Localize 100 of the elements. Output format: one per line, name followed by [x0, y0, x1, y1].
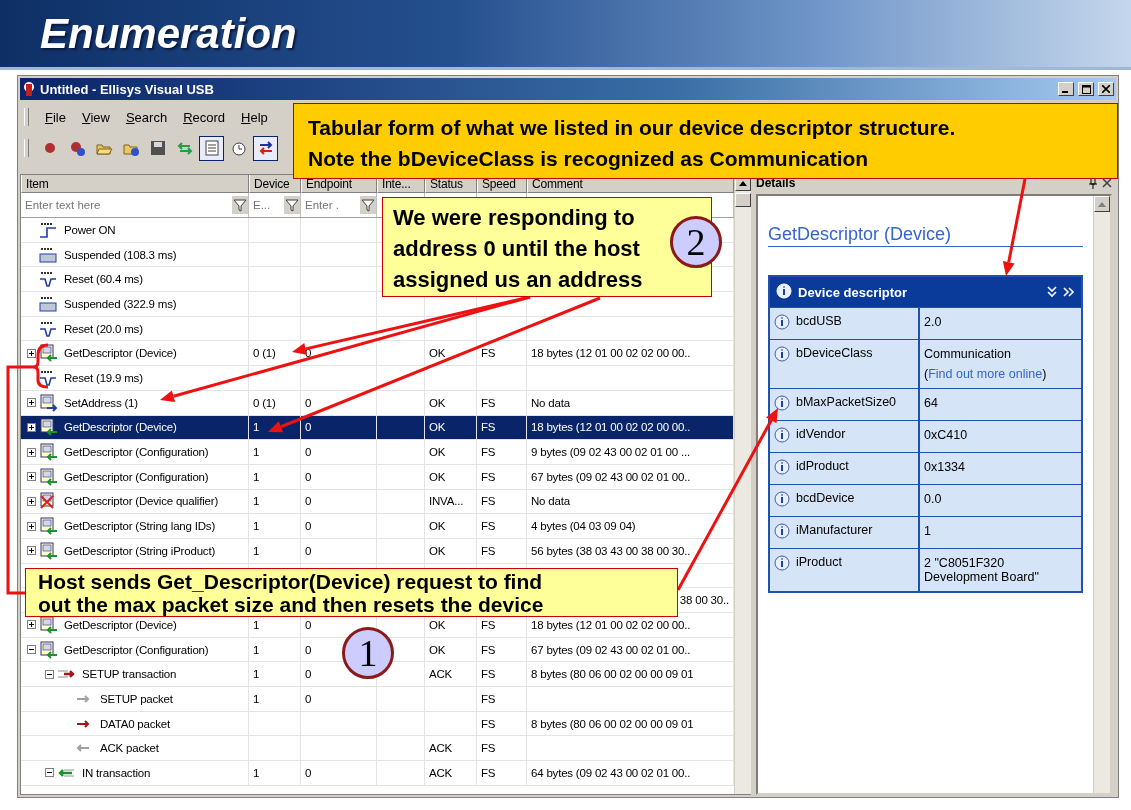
collapse-icon[interactable]	[27, 645, 36, 655]
filter-icon[interactable]	[284, 196, 300, 214]
exchange-arrows-icon[interactable]	[253, 135, 278, 161]
table-cell: OK	[425, 415, 477, 440]
field-name: bcdUSB	[796, 314, 842, 328]
table-row[interactable]: GetDescriptor (Configuration) 1 0 OK FS 67 bytes (09 02 43 00 02 01 00..	[21, 464, 734, 490]
expand-icon[interactable]	[27, 496, 36, 506]
info-icon	[774, 555, 790, 573]
double-chevron-icon[interactable]	[1063, 287, 1075, 297]
table-row[interactable]: Reset (20.0 ms)	[21, 316, 734, 342]
table-cell: 0	[301, 390, 377, 415]
callout-tooltip: Host sends Get_Descriptor(Device) request to find out the max packet size and then resets the device	[25, 568, 678, 617]
info-icon	[774, 395, 790, 413]
up-arrow-icon	[739, 180, 747, 186]
table-cell: OK	[425, 514, 477, 538]
table-row[interactable]: SETUP packet 1 0 FS	[21, 687, 734, 712]
expand-icon[interactable]	[27, 472, 36, 482]
table-row[interactable]: GetDescriptor (Device) 0 (1) 0 OK FS 18 bytes (12 01 00 02 02 00 00..	[21, 341, 734, 367]
table-row[interactable]: GetDescriptor (String lang IDs) 1 0 OK FS 4 bytes (04 03 09 04)	[21, 514, 734, 539]
table-cell: 0	[301, 514, 377, 538]
column-header[interactable]: Item	[21, 175, 249, 193]
expand-icon[interactable]	[27, 398, 36, 408]
expand-icon[interactable]	[27, 521, 36, 531]
pin-icon[interactable]	[1088, 177, 1098, 189]
collapse-icon[interactable]	[45, 768, 54, 778]
expand-icon[interactable]	[27, 447, 36, 457]
field-value: Communication	[924, 347, 1012, 361]
close-icon[interactable]	[1102, 178, 1112, 188]
table-row[interactable]: ACK packet ACK FS	[21, 736, 734, 762]
item-label: Reset (19.9 ms)	[64, 371, 143, 384]
app-icon	[22, 81, 36, 97]
info-icon	[774, 314, 790, 332]
filter-icon[interactable]	[232, 196, 248, 214]
idle-signal-icon	[38, 245, 58, 264]
menu-item[interactable]: View	[75, 107, 116, 127]
details-heading: GetDescriptor (Device)	[768, 224, 1083, 247]
power-step-icon	[38, 220, 58, 239]
table-row[interactable]: Reset (19.9 ms)	[21, 366, 734, 391]
table-cell: 1	[249, 761, 301, 785]
info-icon	[774, 346, 790, 364]
request-icon	[38, 517, 58, 536]
menu-item[interactable]: Search	[119, 107, 174, 127]
table-row[interactable]: IN transaction 1 0 ACK FS 64 bytes (09 02 43 00 02 01 00..	[21, 761, 734, 786]
table-cell: 0	[301, 464, 377, 489]
info-icon	[774, 459, 790, 477]
info-icon	[774, 523, 790, 541]
table-row[interactable]: GetDescriptor (Device qualifier) 1 0 INVA... FS No data	[21, 489, 734, 515]
scroll-up-button[interactable]	[1094, 196, 1110, 212]
item-label: GetDescriptor (String lang IDs)	[64, 520, 215, 533]
table-cell: FS	[477, 341, 527, 366]
menu-item[interactable]: Help	[235, 107, 274, 127]
table-cell: 0	[301, 687, 377, 711]
field-value: 2 "C8051F320 Development Board"	[924, 556, 1040, 584]
table-row[interactable]: DATA0 packet FS 8 bytes (80 06 00 02 00 00 09 01	[21, 711, 734, 737]
item-label: ACK packet	[100, 742, 159, 755]
menu-item[interactable]: Record	[177, 107, 232, 127]
collapse-all-icon[interactable]	[1047, 286, 1057, 298]
field-value: 1	[924, 524, 932, 538]
table-cell: FS	[477, 736, 527, 761]
item-label: Power ON	[64, 223, 116, 236]
table-cell: FS	[477, 489, 527, 514]
item-label: GetDescriptor (Device)	[64, 347, 177, 360]
expand-icon[interactable]	[27, 546, 36, 556]
collapse-icon[interactable]	[45, 669, 54, 679]
table-cell: 1	[249, 637, 301, 662]
descriptor-title: Device descriptor	[798, 284, 909, 300]
table-row[interactable]: SetAddress (1) 0 (1) 0 OK FS No data	[21, 390, 734, 416]
close-button[interactable]	[1098, 82, 1114, 96]
minimize-button[interactable]	[1058, 82, 1074, 96]
request-icon	[38, 393, 58, 412]
table-cell: 0	[301, 415, 377, 440]
table-row[interactable]: GetDescriptor (String iProduct) 1 0 OK FS 56 bytes (38 03 43 00 38 00 30..	[21, 538, 734, 564]
expand-icon[interactable]	[27, 348, 36, 358]
maximize-icon	[1081, 84, 1091, 94]
document-icon[interactable]	[199, 135, 224, 161]
field-name: idProduct	[796, 459, 849, 473]
item-label: GetDescriptor (String iProduct)	[64, 544, 215, 557]
maximize-button[interactable]	[1078, 82, 1094, 96]
table-cell: 0 (1)	[249, 390, 301, 415]
menu-item[interactable]: File	[39, 107, 72, 127]
item-label: IN transaction	[82, 766, 151, 779]
item-label: SETUP transaction	[82, 668, 177, 681]
scrollbar[interactable]	[1093, 196, 1110, 793]
table-cell: ACK	[425, 736, 477, 761]
scroll-thumb[interactable]	[735, 193, 751, 207]
expand-icon[interactable]	[27, 422, 36, 432]
table-cell: INVA...	[425, 489, 477, 514]
filter-field[interactable]: Enter text here	[25, 199, 230, 211]
table-row[interactable]: GetDescriptor (Device) 1 0 OK FS 18 bytes (12 01 00 02 02 00 00..	[21, 415, 734, 441]
filter-field[interactable]: E...	[253, 199, 282, 211]
up-arrow-icon	[1098, 201, 1106, 207]
filter-icon[interactable]	[360, 196, 376, 214]
field-name: iProduct	[796, 555, 842, 569]
field-value: 0xC410	[924, 428, 969, 442]
table-row[interactable]: GetDescriptor (Configuration) 1 0 OK FS 9 bytes (09 02 43 00 02 01 00 ...	[21, 440, 734, 465]
table-cell: 1	[249, 440, 301, 464]
field-value: 2.0	[924, 315, 943, 329]
expand-icon[interactable]	[27, 620, 36, 630]
filter-field[interactable]: Enter .	[305, 199, 358, 211]
find-out-more-link[interactable]: Find out more online	[928, 367, 1043, 381]
